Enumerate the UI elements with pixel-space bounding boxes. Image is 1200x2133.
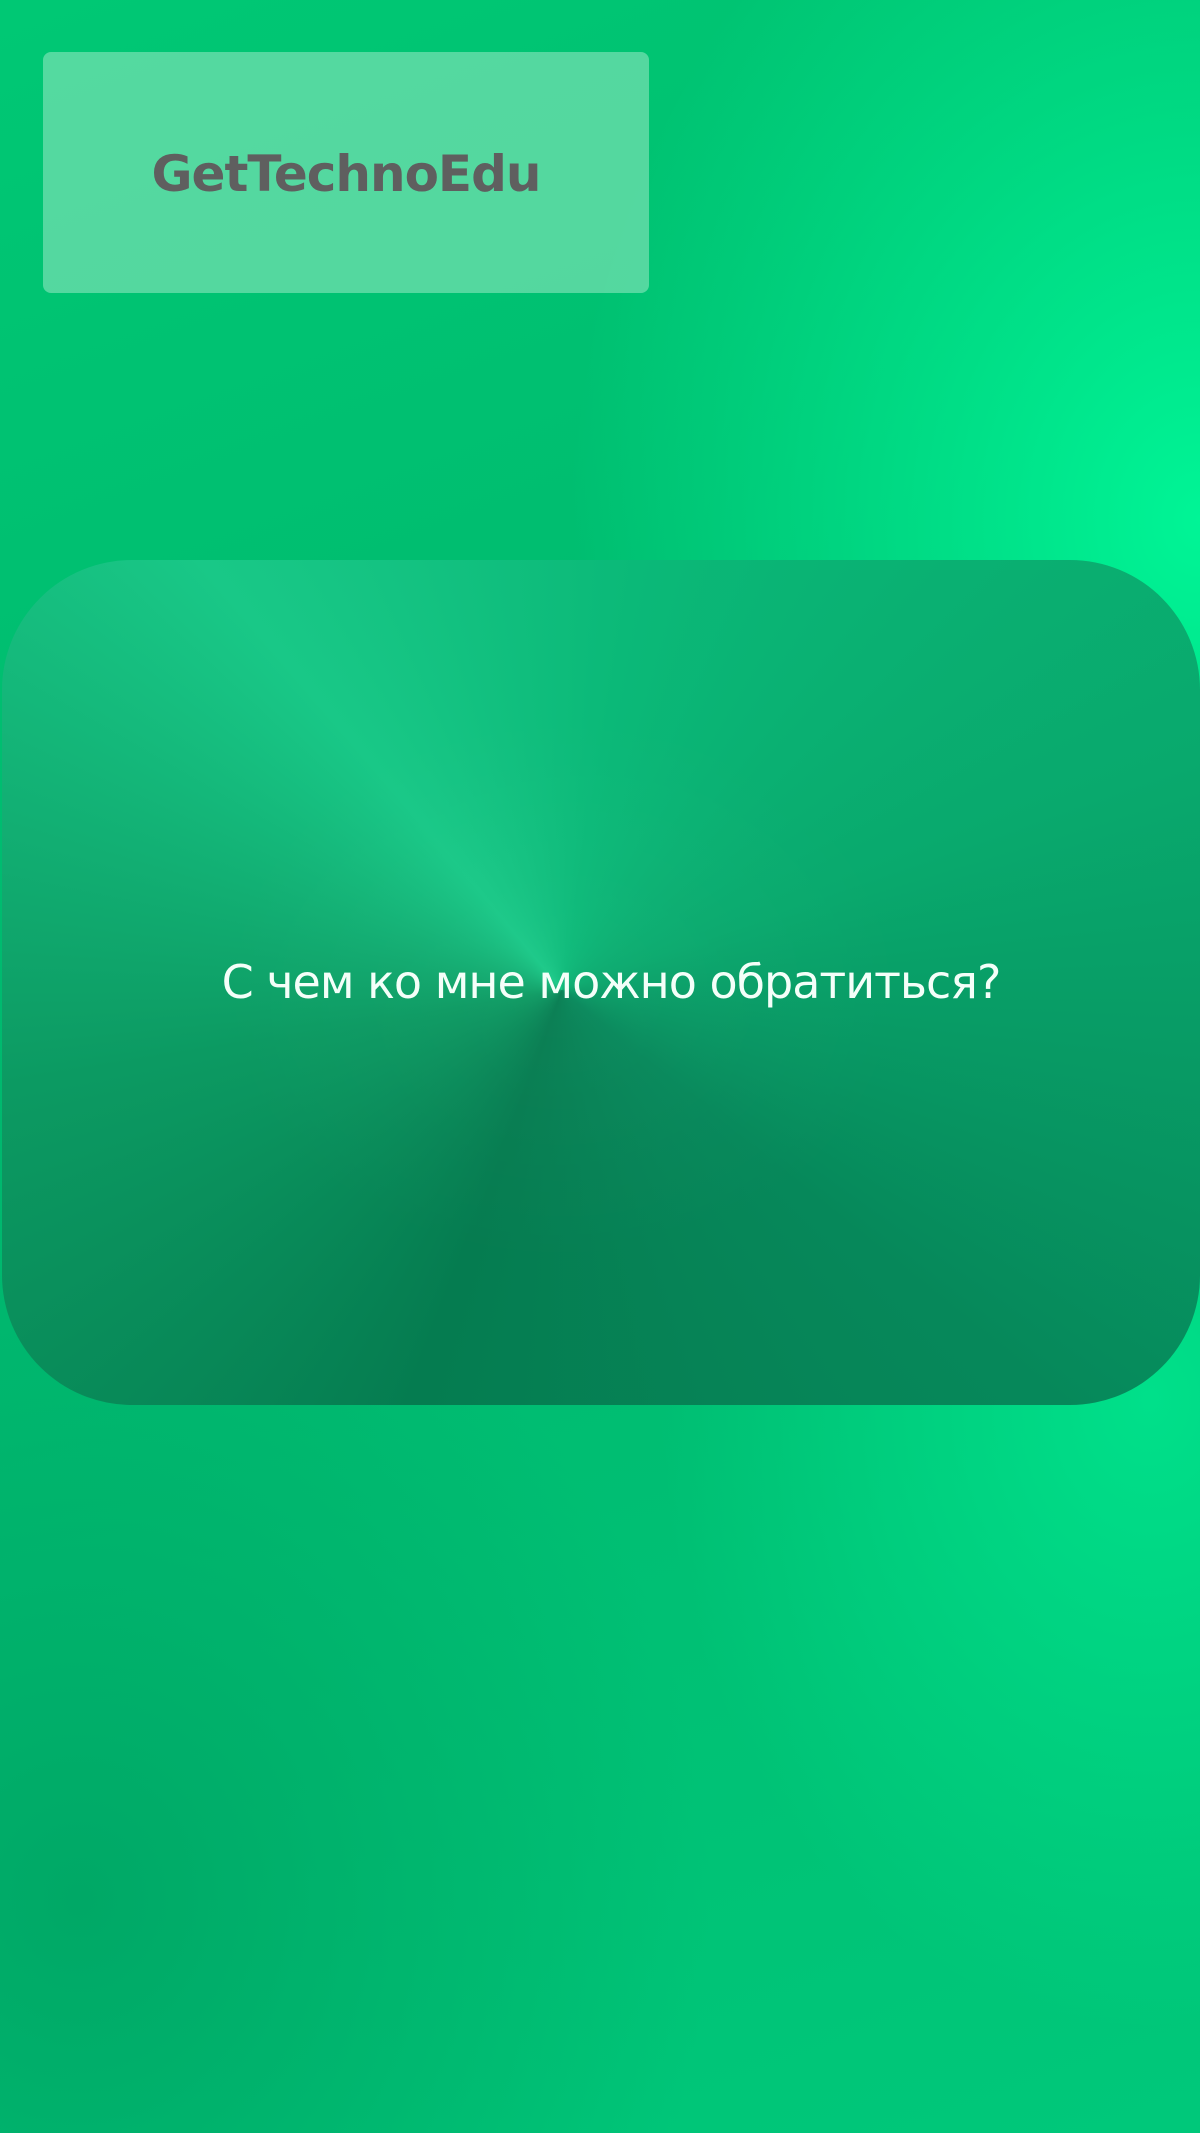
logo-text: GetTechnoEdu [151, 144, 542, 203]
logo-banner: GetTechnoEdu [43, 52, 649, 293]
question-card-button[interactable]: С чем ко мне можно обратиться? [2, 560, 1200, 1405]
question-card-label: С чем ко мне можно обратиться? [221, 954, 1002, 1009]
